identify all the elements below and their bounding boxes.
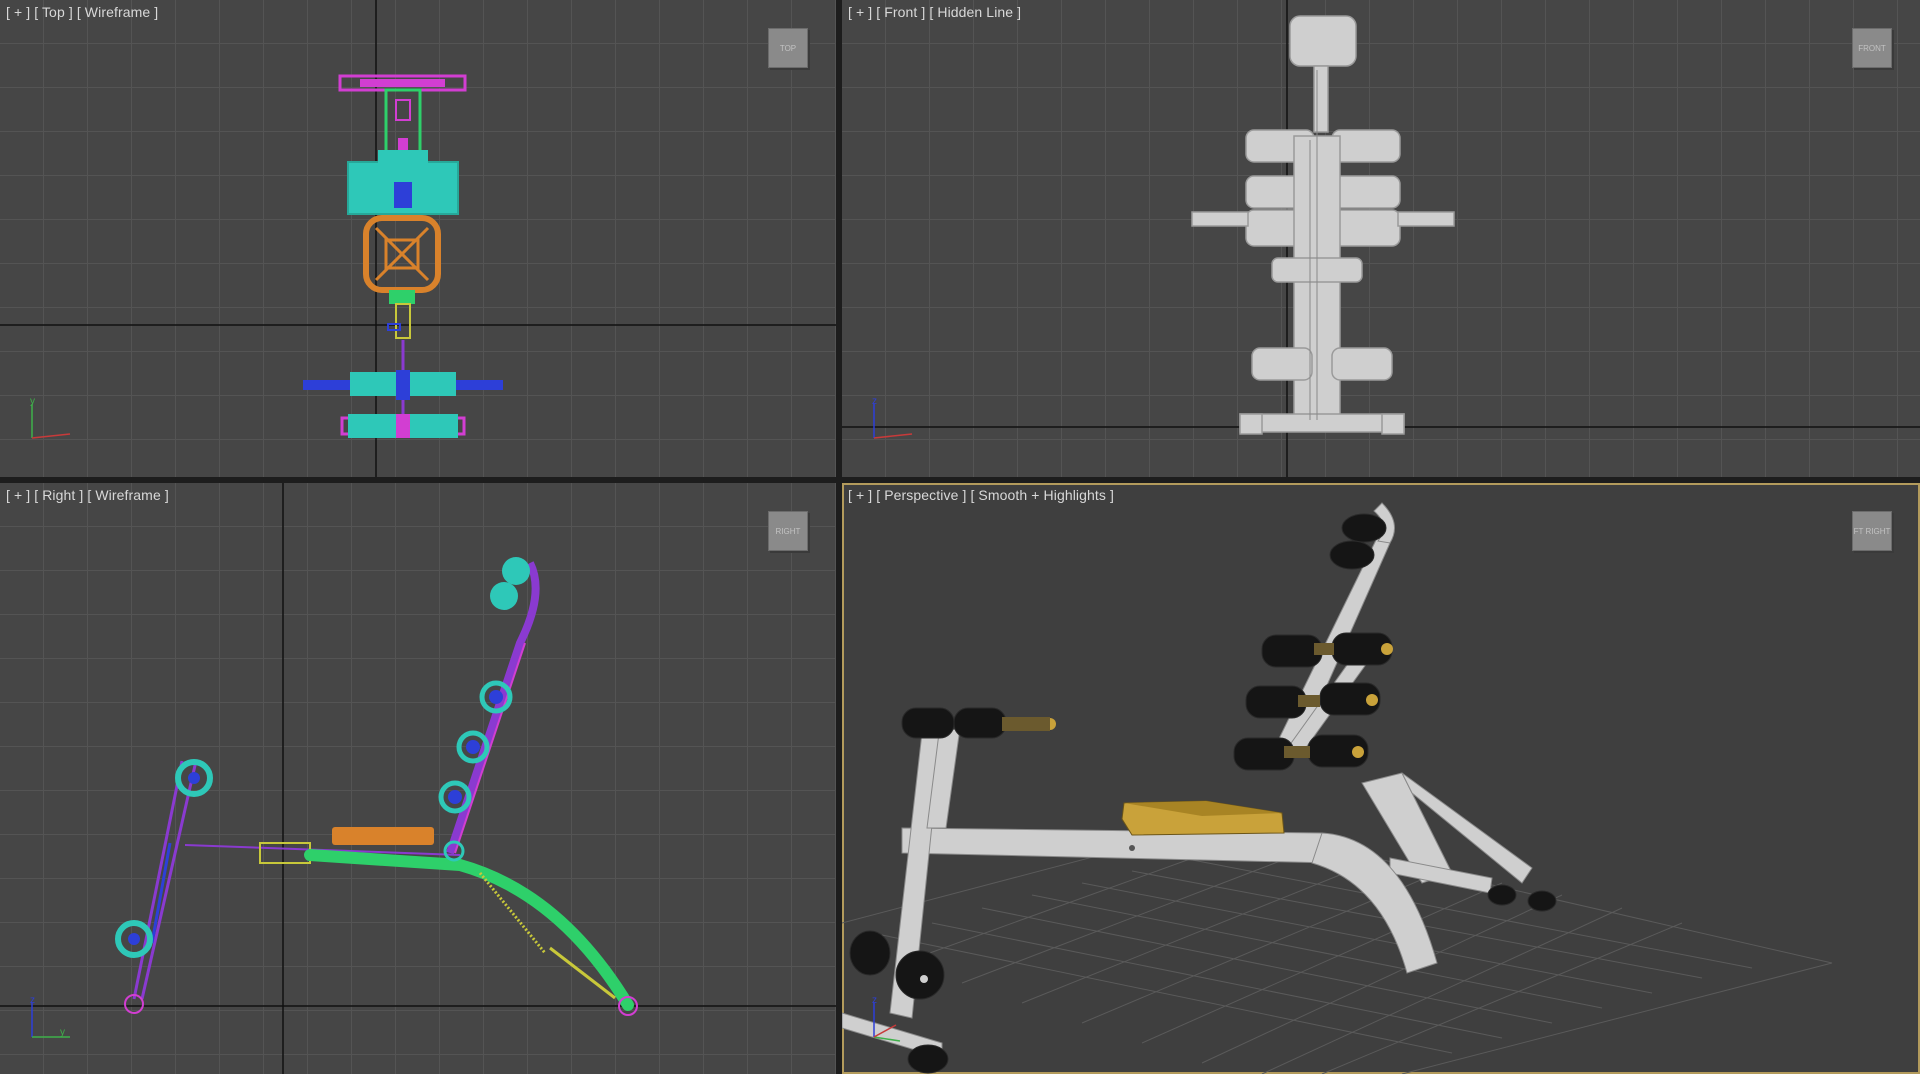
top-viewport[interactable]: [ + ] [ Top ] [ Wireframe ] TOP y [0, 0, 836, 477]
front-viewport[interactable]: [ + ] [ Front ] [ Hidden Line ] FRONT z [842, 0, 1920, 477]
axis-tripod-icon: y [30, 396, 71, 439]
svg-text:z: z [872, 995, 877, 1006]
svg-text:z: z [872, 396, 877, 407]
top-view-model [0, 0, 836, 477]
perspective-viewport[interactable]: [ + ] [ Perspective ] [ Smooth + Highlig… [842, 483, 1920, 1074]
axis-tripod-icon: z [872, 396, 913, 439]
right-viewport[interactable]: [ + ] [ Right ] [ Wireframe ] RIGHT z y [0, 483, 836, 1074]
axis-tripod-icon: z [872, 995, 901, 1042]
right-view-model [0, 483, 836, 1074]
perspective-model [842, 502, 1833, 1074]
front-view-model [842, 0, 1920, 477]
axis-tripod-icon: z y [30, 995, 70, 1038]
svg-text:z: z [30, 995, 35, 1006]
svg-text:y: y [60, 1027, 65, 1038]
svg-text:y: y [30, 396, 35, 407]
viewport-layout: [ + ] [ Top ] [ Wireframe ] TOP y [+] … [0, 0, 1920, 1074]
